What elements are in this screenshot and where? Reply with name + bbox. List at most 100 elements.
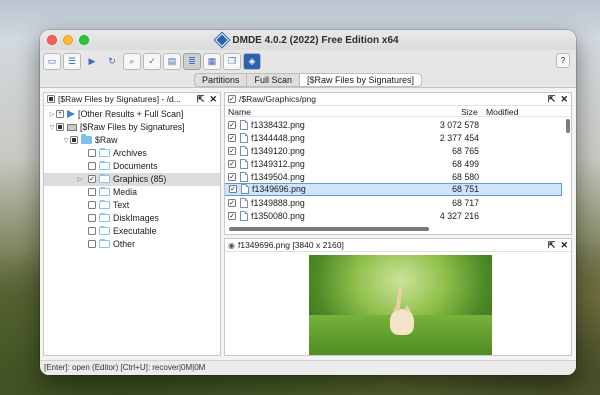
tree-item-raw[interactable]: ▽ $Raw	[44, 134, 220, 147]
close-icon[interactable]: ✕	[209, 94, 217, 105]
tree-item-archives[interactable]: Archives	[44, 147, 220, 160]
tree-checkbox[interactable]	[88, 227, 96, 236]
dmde-app-icon	[213, 31, 231, 49]
tree-item-other-results[interactable]: ▷ + [Other Results + Full Scan]	[44, 108, 220, 121]
file-name: f1349696.png	[252, 184, 306, 195]
tree-checkbox[interactable]	[88, 214, 96, 223]
tree-item-label: Executable	[113, 226, 157, 237]
file-checkbox[interactable]: ✓	[228, 173, 236, 182]
tree-checkbox[interactable]	[88, 188, 96, 197]
file-icon	[240, 198, 248, 209]
tree-item-media[interactable]: Media	[44, 186, 220, 199]
pin-icon[interactable]: ⇱	[197, 94, 205, 105]
tab-partitions[interactable]: Partitions	[195, 73, 248, 86]
list-view-icon[interactable]: ≣	[183, 52, 201, 70]
preview-panel: ◉ f1349696.png [3840 x 2160] ⇱ ✕	[224, 238, 572, 356]
file-size: 68 751	[452, 184, 479, 195]
file-checkbox[interactable]: ✓	[228, 134, 236, 143]
pin-icon[interactable]: ⇱	[548, 94, 556, 105]
panel-icon[interactable]: ▦	[203, 52, 221, 70]
tree-item-label: $Raw	[95, 135, 118, 146]
tree-checkbox[interactable]	[88, 162, 96, 171]
tree-item-label: Documents	[113, 161, 158, 172]
tree-item-other[interactable]: Other	[44, 238, 220, 251]
file-checkbox[interactable]: ✓	[228, 212, 236, 221]
tree-checkbox[interactable]	[88, 201, 96, 210]
file-checkbox[interactable]: ✓	[228, 199, 236, 208]
tree-item-executable[interactable]: Executable	[44, 225, 220, 238]
folder-icon	[99, 213, 110, 223]
horizontal-scrollbar[interactable]	[229, 227, 429, 231]
tree-item-raw-files[interactable]: ▽ [$Raw Files by Signatures]	[44, 121, 220, 134]
file-row[interactable]: ✓ f1350080.png 4 327 216	[225, 210, 563, 223]
go-icon[interactable]: ▶	[83, 53, 101, 70]
expand-icon[interactable]: ▷	[48, 111, 56, 118]
file-checkbox[interactable]: ✓	[229, 185, 237, 194]
file-row[interactable]: ✓ f1338432.png 3 072 578	[225, 119, 563, 132]
file-size: 68 717	[452, 198, 479, 209]
tree-checkbox[interactable]	[88, 240, 96, 249]
folder-icon	[99, 239, 110, 249]
folder-icon	[99, 174, 110, 184]
file-name: f1349312.png	[251, 159, 305, 170]
file-size: 68 765	[452, 146, 479, 157]
collapse-icon[interactable]: ▽	[48, 124, 56, 131]
tree-item-graphics[interactable]: ▷ ✓ Graphics (85)	[44, 173, 220, 186]
file-checkbox[interactable]: ✓	[228, 147, 236, 156]
window-title-area: DMDE 4.0.2 (2022) Free Edition x64	[40, 30, 576, 50]
tab-raw-files[interactable]: [$Raw Files by Signatures]	[300, 73, 422, 86]
pin-icon[interactable]: ⇱	[548, 240, 556, 251]
tree-item-text[interactable]: Text	[44, 199, 220, 212]
file-row[interactable]: ✓ f1344448.png 2 377 454	[225, 132, 563, 145]
drive-icon[interactable]: ▭	[43, 52, 61, 70]
files-icon[interactable]: ▤	[163, 52, 181, 70]
file-checkbox[interactable]: ✓	[228, 160, 236, 169]
help-button[interactable]: ?	[556, 53, 570, 68]
collapse-icon[interactable]: ▽	[62, 137, 70, 144]
check-icon[interactable]: ✓	[143, 52, 161, 70]
vertical-scrollbar[interactable]	[566, 119, 570, 133]
tab-bar: Partitions Full Scan [$Raw Files by Sign…	[40, 72, 576, 88]
file-row[interactable]: ✓ f1349312.png 68 499	[225, 158, 563, 171]
column-modified[interactable]: Modified	[486, 107, 518, 117]
select-all-checkbox[interactable]: ✓	[228, 95, 236, 103]
file-checkbox[interactable]: ✓	[228, 121, 236, 130]
kitten	[390, 305, 414, 335]
column-size[interactable]: Size	[461, 107, 478, 117]
folder-icon	[81, 134, 92, 145]
file-icon	[240, 211, 248, 222]
partitions-icon[interactable]: ☰	[63, 52, 81, 70]
close-icon[interactable]: ✕	[560, 240, 568, 251]
tree-item-documents[interactable]: Documents	[44, 160, 220, 173]
tree-checkbox[interactable]: ✓	[88, 175, 96, 184]
search-icon[interactable]: ⌕	[123, 52, 141, 70]
tree-item-diskimages[interactable]: DiskImages	[44, 212, 220, 225]
tree-checkbox[interactable]: +	[56, 110, 64, 119]
copy-icon[interactable]: ❐	[223, 52, 241, 70]
column-name[interactable]: Name	[228, 107, 251, 117]
expand-icon[interactable]: ▷	[76, 176, 84, 183]
file-size: 68 580	[452, 172, 479, 183]
tab-full-scan[interactable]: Full Scan	[247, 73, 300, 86]
file-size: 68 499	[452, 159, 479, 170]
column-header-row: Name Size Modified	[225, 106, 571, 117]
file-row[interactable]: ✓ f1349120.png 68 765	[225, 145, 563, 158]
tree-checkbox[interactable]	[56, 123, 64, 132]
file-icon	[240, 133, 248, 144]
dmde-logo-icon[interactable]: ◈	[243, 52, 261, 70]
file-row[interactable]: ✓ f1349888.png 68 717	[225, 197, 563, 210]
tree-item-label: Media	[113, 187, 137, 198]
file-row[interactable]: ✓ f1349504.png 68 580	[225, 171, 563, 184]
close-icon[interactable]: ✕	[560, 94, 568, 105]
file-name: f1344448.png	[251, 133, 305, 144]
tree-panel-title: [$Raw Files by Signatures] - /d...	[58, 94, 181, 104]
tree-item-label: [$Raw Files by Signatures]	[80, 122, 185, 133]
refresh-icon[interactable]: ↻	[103, 53, 121, 70]
results-icon	[67, 110, 75, 119]
tree-header-checkbox[interactable]	[47, 95, 55, 103]
tree-checkbox[interactable]	[88, 149, 96, 158]
tree-panel-header: [$Raw Files by Signatures] - /d... ⇱ ✕	[44, 93, 220, 106]
tree-checkbox[interactable]	[70, 136, 78, 145]
file-row-selected[interactable]: ✓ f1349696.png 68 751	[225, 183, 562, 196]
tree-item-label: Text	[113, 200, 130, 211]
